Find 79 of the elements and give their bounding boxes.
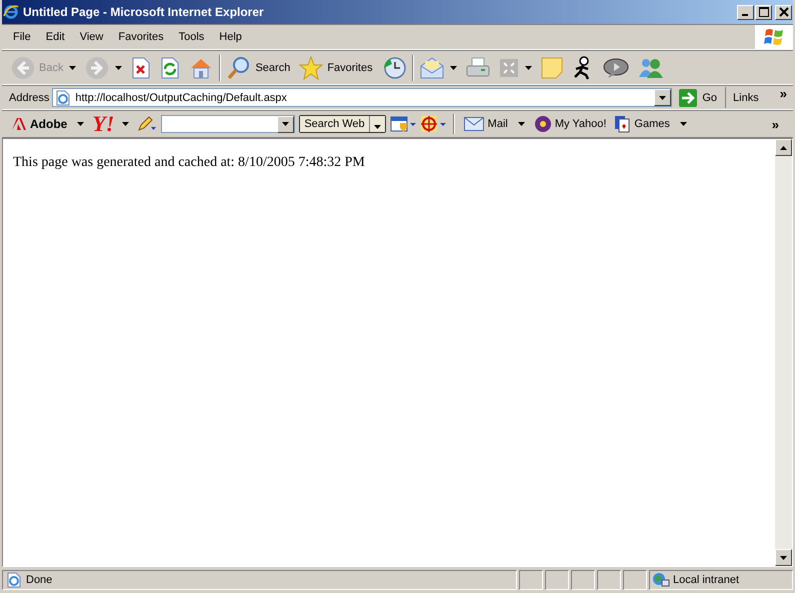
envelope-icon [464,117,484,131]
caret-icon [282,122,290,126]
chevron-button[interactable]: » [768,118,793,130]
down-arrow-icon [780,556,787,560]
round-badge-icon [534,116,551,132]
dropdown-arrow-icon[interactable] [77,122,84,126]
dropdown-arrow-icon[interactable] [122,122,130,126]
fullscreen-icon [498,58,519,78]
target-icon[interactable] [420,115,446,133]
maximize-button[interactable] [755,4,772,20]
browser-logo-icon [3,4,19,20]
menu-item[interactable]: View [72,31,112,43]
maximize-icon [758,7,768,17]
dropdown-button[interactable] [277,116,294,132]
shield-icon[interactable] [390,115,416,133]
search-field[interactable] [161,115,296,133]
search-web-button[interactable]: Search Web [300,116,370,132]
dropdown-button[interactable] [654,89,672,106]
status-pane [571,570,595,590]
favorites-button[interactable]: Favorites [296,54,376,82]
close-icon [778,7,788,17]
note-icon [540,56,563,78]
chevron-button[interactable]: » [776,88,791,99]
stop-icon [131,56,152,78]
clock-icon [382,56,406,80]
mail-button[interactable]: Mail [462,117,510,131]
search-button[interactable]: Search [224,54,294,82]
vertical-scrollbar[interactable] [775,139,792,566]
scroll-up-button[interactable] [775,139,792,156]
page-icon [55,90,72,106]
cards-icon [614,115,630,133]
menu-item[interactable]: Help [212,31,250,43]
people-icon [638,56,664,78]
minimize-button[interactable] [737,4,754,20]
status-text: Done [26,574,52,586]
caret-icon [69,66,76,70]
close-button[interactable] [775,4,792,20]
speech-bubble-icon [602,56,629,78]
star-icon [299,56,324,80]
status-pane [519,570,543,590]
security-zone-text: Local intranet [673,574,740,586]
search-icon [227,56,252,80]
windows-flag-icon [755,25,793,49]
dropdown-arrow-icon[interactable] [518,122,525,126]
address-label: Address [9,92,50,104]
page-icon [6,572,22,588]
caret-icon [524,66,532,70]
pencil-icon[interactable] [137,116,158,132]
caret-icon [450,66,457,70]
go-button[interactable]: Go [675,87,726,108]
dropdown-arrow-icon[interactable] [680,122,687,126]
window-title: Untitled Page - Microsoft Internet Explorer [23,5,264,19]
menu-item[interactable]: Favorites [111,31,172,43]
my-yahoo-button[interactable]: My Yahoo! [532,116,608,132]
printer-icon [466,56,490,78]
network-icon [652,572,670,588]
adobe-button[interactable]: Adobe [10,117,70,131]
refresh-icon [160,56,180,78]
menu-item[interactable]: Tools [172,31,212,43]
status-pane [597,570,621,590]
page-text: This page was generated and cached at: 8/10/2005 7:48:32 PM [13,155,366,171]
arrow-icon [679,88,698,106]
caret-icon [374,124,381,128]
up-arrow-icon [780,146,787,150]
menu-item[interactable]: Edit [38,31,73,43]
minimize-icon [742,14,748,16]
caret-icon [659,96,666,100]
adobe-logo-icon [12,118,26,130]
caret-icon [115,66,122,70]
menu-item[interactable]: File [6,31,39,43]
search-options-button[interactable] [370,116,385,132]
status-pane [545,570,569,590]
scroll-down-button[interactable] [775,549,792,566]
envelope-icon [420,56,444,78]
home-icon [189,56,214,78]
links-button[interactable]: Links [729,92,759,104]
status-pane [623,570,647,590]
games-button[interactable]: Games [612,115,672,133]
address-field[interactable]: http://localhost/OutputCaching/Default.aspx [52,88,672,107]
